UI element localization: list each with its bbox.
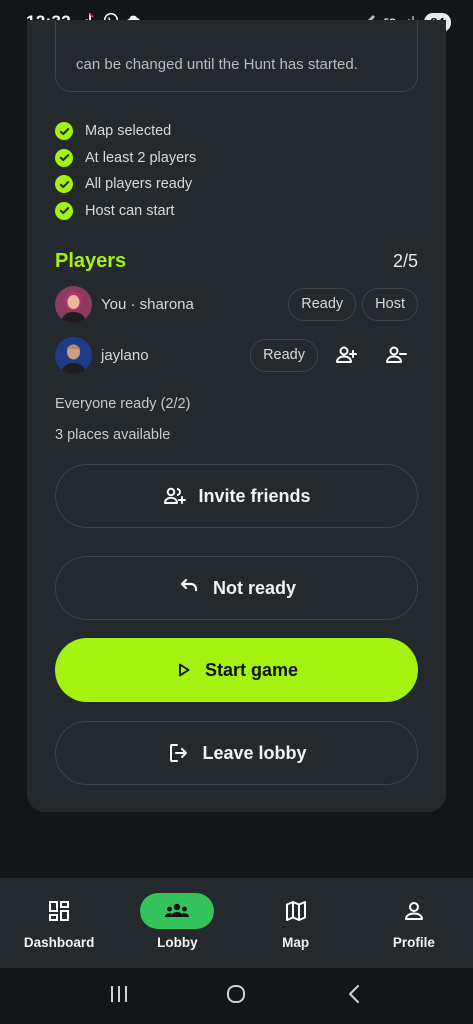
- bottom-navigation: Dashboard Lobby Map Profile: [0, 878, 473, 968]
- nav-item-dashboard[interactable]: Dashboard: [0, 878, 118, 968]
- ready-badge: Ready: [250, 338, 318, 372]
- person-add-icon: [336, 346, 357, 363]
- player-name: You · sharona: [101, 295, 194, 313]
- check-circle-icon: [55, 122, 73, 141]
- invite-friends-button[interactable]: Invite friends: [55, 464, 418, 528]
- player-row-sharona: You · sharona Ready Host: [55, 284, 418, 324]
- nav-item-map[interactable]: Map: [237, 878, 355, 968]
- nav-label: Dashboard: [23, 935, 95, 950]
- avatar: [55, 336, 92, 374]
- group-add-icon: [164, 487, 187, 504]
- back-icon: [349, 984, 360, 1003]
- start-checklist: Map selected At least 2 players All play…: [55, 118, 196, 224]
- nav-item-profile[interactable]: Profile: [355, 878, 473, 968]
- places-available-text: 3 places available: [55, 427, 171, 443]
- settings-info-box: can be changed until the Hunt has starte…: [55, 20, 418, 92]
- check-circle-icon: [55, 201, 73, 220]
- kick-player-button[interactable]: [374, 339, 418, 372]
- lobby-card: can be changed until the Hunt has starte…: [27, 20, 446, 812]
- home-icon: [227, 984, 246, 1003]
- nav-label: Lobby: [157, 935, 198, 950]
- avatar: [55, 285, 92, 323]
- players-count: 2/5: [392, 251, 418, 271]
- nav-label: Map: [282, 935, 310, 950]
- start-game-label: Start game: [204, 659, 299, 680]
- player-name: jaylano: [101, 346, 149, 364]
- map-icon: [285, 901, 306, 921]
- host-badge: Host: [362, 287, 418, 321]
- checklist-item: All players ready: [55, 171, 196, 198]
- player-row-jaylano: jaylano Ready: [55, 335, 418, 375]
- players-header: Players 2/5: [55, 250, 418, 273]
- invite-friends-label: Invite friends: [198, 485, 311, 506]
- checklist-item: Host can start: [55, 198, 196, 225]
- person-icon: [404, 902, 423, 920]
- undo-icon: [180, 578, 198, 592]
- nav-item-lobby[interactable]: Lobby: [118, 878, 236, 968]
- check-circle-icon: [55, 148, 73, 167]
- back-button[interactable]: [343, 983, 365, 1010]
- checklist-item: At least 2 players: [55, 145, 196, 172]
- ready-badge: Ready: [288, 287, 357, 321]
- check-circle-icon: [55, 175, 73, 194]
- checklist-item: Map selected: [55, 118, 196, 145]
- not-ready-button[interactable]: Not ready: [55, 556, 418, 620]
- group-icon: [165, 903, 190, 917]
- start-game-button[interactable]: Start game: [55, 638, 418, 702]
- ready-status-text: Everyone ready (2/2): [55, 396, 191, 412]
- recents-icon: [110, 985, 127, 1002]
- not-ready-label: Not ready: [212, 577, 297, 598]
- system-navigation-bar: [0, 968, 473, 1024]
- person-remove-icon: [386, 346, 407, 363]
- logout-icon: [170, 744, 188, 762]
- nav-label: Profile: [392, 935, 435, 950]
- players-title: Players: [55, 250, 127, 272]
- recent-apps-button[interactable]: [108, 984, 130, 1009]
- make-host-button[interactable]: [324, 339, 368, 372]
- home-button[interactable]: [225, 983, 247, 1010]
- play-icon: [179, 663, 190, 677]
- info-text: can be changed until the Hunt has starte…: [76, 56, 358, 73]
- leave-lobby-button[interactable]: Leave lobby: [55, 721, 418, 785]
- leave-lobby-label: Leave lobby: [202, 742, 307, 763]
- dashboard-icon: [49, 901, 70, 921]
